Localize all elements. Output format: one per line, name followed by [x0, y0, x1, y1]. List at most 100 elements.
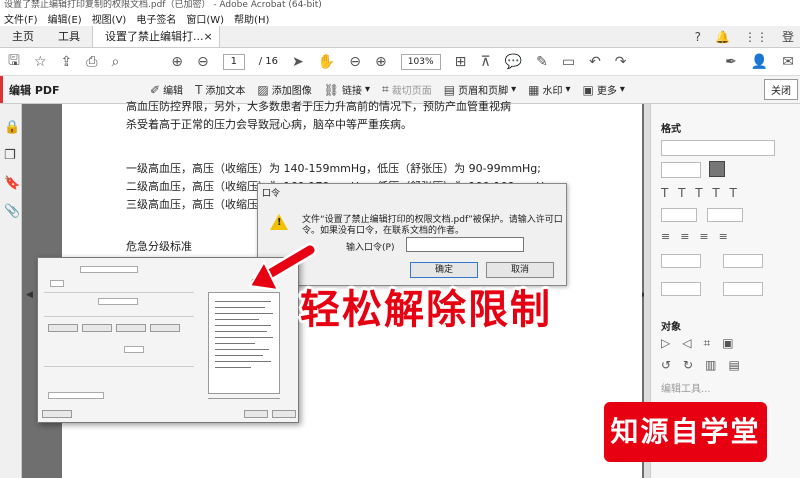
select-cursor-icon[interactable]: ➤: [292, 54, 304, 70]
zoom-out-icon[interactable]: ⊖: [349, 54, 361, 70]
crop-page-button[interactable]: ⌗ 裁切页面: [382, 82, 432, 97]
fit-page-icon[interactable]: ⊞: [455, 54, 467, 70]
page-down-icon[interactable]: ⊖: [197, 54, 209, 70]
window-title: 设置了禁止编辑打印复制的权限文档.pdf（已加密） - Adobe Acroba…: [0, 0, 800, 10]
add-image-label: 添加图像: [271, 86, 312, 97]
ok-button[interactable]: 确定: [410, 262, 478, 278]
password-dialog-title: 口令: [262, 189, 281, 199]
objects-heading: 对象: [661, 322, 681, 333]
poster-button: [82, 324, 112, 332]
size-button: [48, 324, 78, 332]
link-label: 链接: [341, 86, 362, 97]
warning-mark: !: [277, 217, 282, 228]
add-text-label: 添加文本: [205, 86, 246, 97]
text-style-icons[interactable]: TTTTT: [661, 186, 747, 200]
watermark-label: 水印: [542, 86, 563, 97]
main-toolbar: 🖫 ☆ ⇪ ⎙ ⌕ ⊕ ⊖ 1 / 16 ➤ ✋ ⊖ ⊕ 103% ⊞ ⊼ 💬 …: [0, 48, 800, 76]
watermark-icon: ▦: [528, 82, 540, 97]
line-spacing-select[interactable]: [661, 254, 701, 268]
share-icon[interactable]: 👤: [751, 54, 768, 70]
login-link[interactable]: 登: [782, 28, 794, 45]
zoom-in-icon[interactable]: ⊕: [375, 54, 387, 70]
page-up-icon[interactable]: ⊕: [171, 54, 183, 70]
crop-page-label: 裁切页面: [391, 86, 432, 97]
apps-grid-icon[interactable]: ⋮⋮: [744, 30, 768, 44]
sign-icon[interactable]: ✒: [725, 54, 737, 70]
comment-icon[interactable]: 💬: [505, 54, 522, 70]
close-edit-button[interactable]: 关闭: [764, 79, 798, 100]
add-text-button[interactable]: T 添加文本: [195, 82, 246, 98]
tab-bar: 主页 工具 设置了禁止编辑打... × ? 🔔 ⋮⋮ 登: [0, 26, 800, 48]
menu-window[interactable]: 窗口(W): [186, 11, 224, 26]
print-icon[interactable]: ⎙: [86, 54, 97, 70]
cancel-button[interactable]: 取消: [486, 262, 554, 278]
upload-cloud-icon[interactable]: ⇪: [61, 54, 73, 70]
menu-file[interactable]: 文件(F): [4, 11, 38, 26]
edit-tools-label[interactable]: 编辑工具...: [661, 380, 711, 395]
more-icon: ▣: [582, 82, 594, 97]
add-image-button[interactable]: ▨ 添加图像: [257, 82, 312, 98]
menu-esign[interactable]: 电子签名: [136, 11, 176, 26]
headline-overlay: 轻松解除限制: [300, 287, 552, 333]
doc-line: 一级高血压，高压（收缩压）为 140-159mmHg，低压（舒张压）为 90-9…: [126, 162, 541, 175]
copies-input: [50, 280, 64, 287]
menu-bar: 文件(F) 编辑(E) 视图(V) 电子签名 窗口(W) 帮助(H): [0, 10, 800, 26]
star-icon[interactable]: ☆: [34, 54, 47, 70]
tab-tools[interactable]: 工具: [46, 26, 92, 47]
bullet-list-select[interactable]: [661, 208, 697, 222]
divider: [44, 316, 194, 317]
pen-icon[interactable]: ✎: [536, 54, 548, 70]
save-icon[interactable]: 🖫: [8, 50, 20, 74]
edit-icon: ✐: [150, 82, 161, 97]
scale-input: [124, 346, 144, 353]
password-input[interactable]: [406, 237, 524, 252]
prev-page-arrow-icon[interactable]: ◀: [26, 290, 33, 300]
link-button[interactable]: ⛓ 链接 ▾: [323, 82, 370, 98]
hand-icon[interactable]: ✋: [318, 54, 335, 70]
chevron-down-icon: ▾: [565, 84, 571, 95]
font-select[interactable]: [661, 140, 775, 156]
object-tool-icons[interactable]: ▷◁⌗▣: [661, 336, 746, 351]
redo-icon[interactable]: ↷: [615, 54, 627, 70]
highlight-icon[interactable]: ▭: [562, 54, 575, 70]
tab-close-icon[interactable]: ×: [204, 26, 213, 47]
divider: [44, 366, 194, 367]
pages-icon[interactable]: ❐: [4, 148, 16, 163]
object-rotate-icons[interactable]: ↺↻▥▤: [661, 358, 752, 372]
more-label: 更多: [596, 86, 617, 97]
menu-help[interactable]: 帮助(H): [234, 11, 269, 26]
font-color-swatch[interactable]: [709, 161, 725, 177]
pages-input: [98, 298, 138, 305]
mail-icon[interactable]: ✉: [782, 54, 794, 70]
header-footer-button[interactable]: ▤ 页眉和页脚 ▾: [444, 82, 516, 98]
crop-icon: ⌗: [382, 82, 389, 96]
search-icon[interactable]: ⌕: [111, 54, 119, 70]
bell-icon[interactable]: 🔔: [715, 30, 730, 44]
text-icon: T: [195, 82, 203, 97]
lock-icon[interactable]: 🔒: [4, 120, 20, 135]
help-icon[interactable]: ?: [695, 30, 701, 44]
paragraph-spacing-select[interactable]: [723, 254, 763, 268]
scale-select[interactable]: [661, 282, 701, 296]
password-label: 输入口令(P): [346, 243, 395, 253]
bookmark-icon[interactable]: 🔖: [4, 176, 20, 191]
font-size-select[interactable]: [661, 162, 701, 178]
page-number-input[interactable]: 1: [222, 53, 245, 70]
align-icons[interactable]: ≡≡≡≡: [661, 230, 738, 243]
undo-icon[interactable]: ↶: [589, 54, 601, 70]
more-button[interactable]: ▣ 更多 ▾: [582, 82, 625, 98]
number-list-select[interactable]: [707, 208, 743, 222]
page-setup-button: [42, 410, 72, 418]
link-icon: ⛓: [323, 82, 339, 97]
menu-view[interactable]: 视图(V): [92, 11, 127, 26]
tab-home[interactable]: 主页: [0, 26, 46, 47]
zoom-level[interactable]: 103%: [400, 53, 441, 70]
attachment-icon[interactable]: 📎: [4, 204, 20, 219]
edit-button[interactable]: ✐ 编辑: [150, 82, 183, 98]
measure-icon[interactable]: ⊼: [480, 54, 490, 70]
char-spacing-select[interactable]: [723, 282, 763, 296]
password-message-2: 令。如果没有口令，在联系文档的作者。: [302, 226, 465, 236]
menu-edit[interactable]: 编辑(E): [48, 11, 82, 26]
watermark-button[interactable]: ▦ 水印 ▾: [528, 82, 571, 98]
tab-document[interactable]: 设置了禁止编辑打... ×: [92, 26, 220, 47]
